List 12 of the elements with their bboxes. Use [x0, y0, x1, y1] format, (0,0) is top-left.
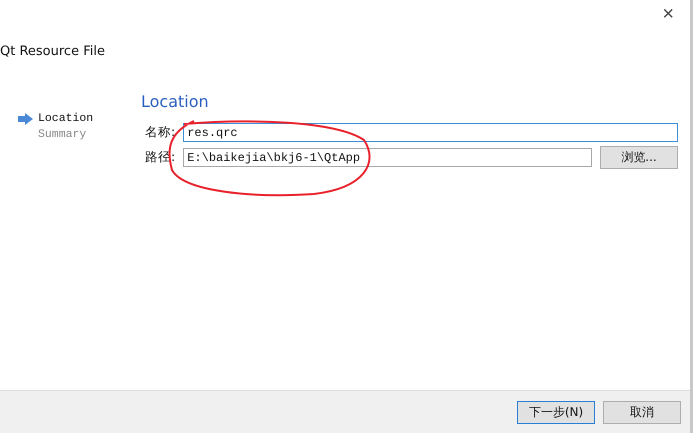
input-field[interactable]: E:\baikejia\bkj6-1\QtApp — [183, 148, 592, 167]
dialog-button[interactable]: 下一步(N) — [517, 400, 595, 424]
page-heading: Location — [141, 92, 210, 113]
browse-button[interactable]: 浏览... — [600, 146, 678, 169]
input-field[interactable]: res.qrc — [183, 123, 678, 142]
wizard-step: Summary — [18, 128, 141, 141]
wizard-step: Location — [18, 112, 141, 125]
window-title: Qt Resource File — [0, 43, 106, 61]
close-button[interactable]: × — [658, 2, 678, 26]
dialog-button[interactable]: 取消 — [603, 400, 681, 424]
field-label: 名称: — [145, 124, 176, 141]
arrow-icon — [18, 112, 33, 124]
